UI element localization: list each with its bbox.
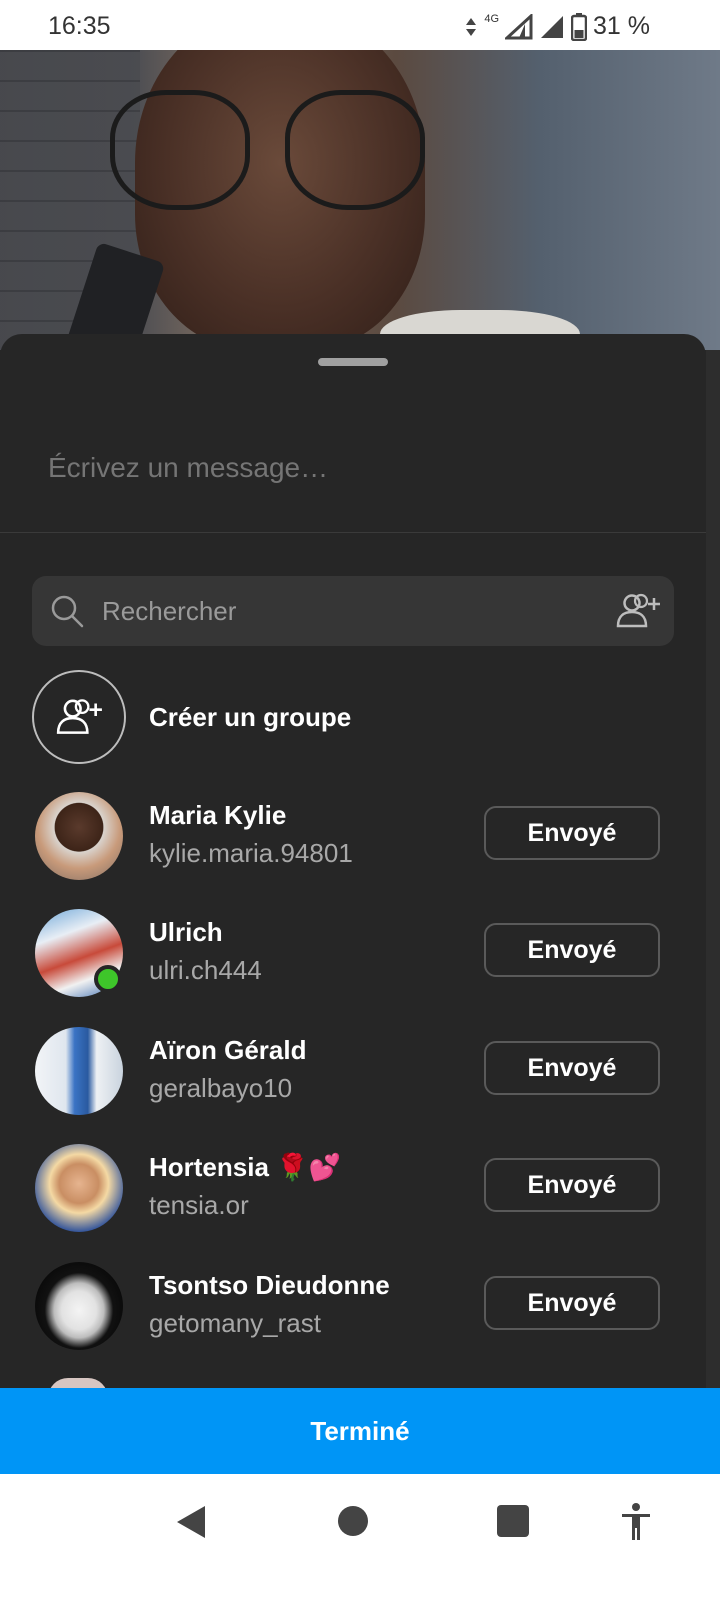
sheet-edge <box>706 350 720 1388</box>
sent-button[interactable]: Envoyé <box>484 1276 660 1330</box>
status-icons: 4G 31 % <box>464 12 650 41</box>
network-type-label: 4G <box>484 12 500 25</box>
battery-icon <box>571 12 588 41</box>
create-group-circle <box>32 670 126 764</box>
contact-name: Hortensia 🌹💕 <box>149 1152 341 1182</box>
navigation-bar <box>0 1474 720 1600</box>
back-icon[interactable] <box>175 1504 207 1540</box>
sent-button[interactable]: Envoyé <box>484 923 660 977</box>
share-sheet: Rechercher Créer un groupe Maria Kylie k… <box>0 334 706 1388</box>
video-glasses-left <box>110 90 250 210</box>
message-input[interactable] <box>48 452 648 484</box>
data-arrows-icon <box>466 17 477 36</box>
add-people-icon[interactable] <box>614 592 662 630</box>
recents-icon[interactable] <box>497 1505 529 1537</box>
accessibility-icon[interactable] <box>620 1502 652 1542</box>
video-glasses-right <box>285 90 425 210</box>
avatar <box>35 1027 123 1115</box>
add-people-icon <box>56 699 102 734</box>
contact-name: Ulrich <box>149 917 223 947</box>
contact-name: Aïron Gérald <box>149 1035 307 1065</box>
create-group-label: Créer un groupe <box>149 702 352 732</box>
search-box[interactable]: Rechercher <box>32 576 674 646</box>
create-group-row[interactable]: Créer un groupe <box>32 670 672 766</box>
search-icon <box>51 595 84 628</box>
contact-name: Maria Kylie <box>149 800 287 830</box>
avatar <box>35 1262 123 1350</box>
avatar <box>35 1144 123 1232</box>
status-time: 16:35 <box>48 12 111 40</box>
contact-row[interactable]: Tsontso Dieudonne getomany_rast Envoyé <box>32 1258 672 1354</box>
video-background <box>0 50 720 350</box>
battery-level: 31 % <box>593 12 650 40</box>
contact-row[interactable]: Aïron Gérald geralbayo10 Envoyé <box>32 1023 672 1119</box>
sent-button[interactable]: Envoyé <box>484 1158 660 1212</box>
contact-name: Tsontso Dieudonne <box>149 1270 390 1300</box>
contact-username: kylie.maria.94801 <box>149 838 353 868</box>
signal-icon <box>505 13 533 39</box>
contact-row[interactable]: Ulrich ulri.ch444 Envoyé <box>32 905 672 1001</box>
divider <box>0 532 706 533</box>
contact-row[interactable]: Maria Kylie kylie.maria.94801 Envoyé <box>32 788 672 884</box>
contact-row[interactable]: Hortensia 🌹💕 tensia.or Envoyé <box>32 1140 672 1236</box>
drag-handle[interactable] <box>318 358 388 366</box>
online-indicator <box>94 965 122 993</box>
sent-button[interactable]: Envoyé <box>484 806 660 860</box>
home-icon[interactable] <box>338 1506 368 1536</box>
avatar <box>35 792 123 880</box>
status-bar: 16:35 4G 31 % <box>0 0 720 50</box>
contact-username: tensia.or <box>149 1190 249 1220</box>
sent-button[interactable]: Envoyé <box>484 1041 660 1095</box>
signal-full-icon <box>541 15 564 38</box>
search-placeholder: Rechercher <box>102 596 237 626</box>
done-button[interactable]: Terminé <box>0 1388 720 1474</box>
contact-username: geralbayo10 <box>149 1073 293 1103</box>
contact-username: ulri.ch444 <box>149 955 262 985</box>
contact-username: getomany_rast <box>149 1308 321 1338</box>
